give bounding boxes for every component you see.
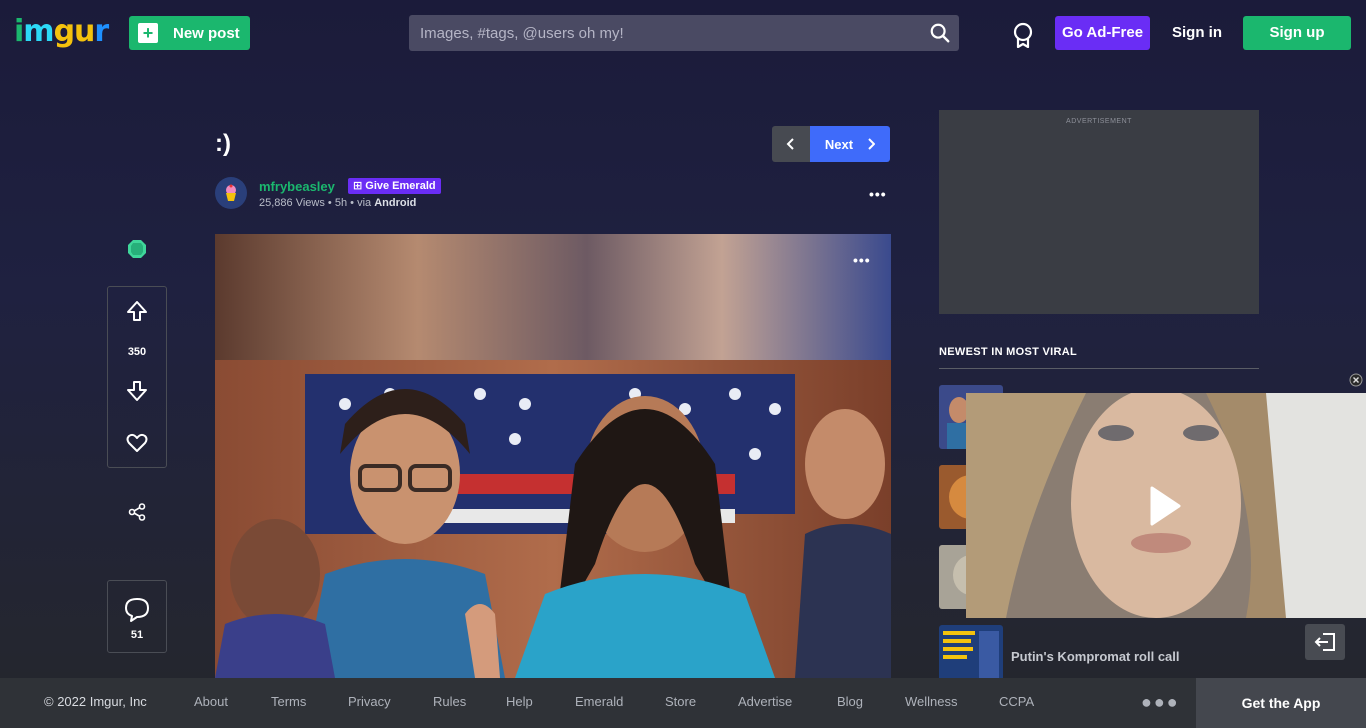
footer-link-ccpa[interactable]: CCPA [999, 694, 1034, 709]
post-image[interactable] [215, 234, 891, 678]
logo-letter: g [53, 14, 76, 49]
vote-count: 350 [127, 346, 147, 358]
plus-icon: + [138, 23, 158, 43]
get-the-app-button[interactable]: Get the App [1196, 678, 1366, 728]
chevron-left-icon [786, 138, 794, 150]
view-count: 25,886 Views [259, 197, 325, 209]
logo-letter: r [94, 14, 109, 49]
footer-link-help[interactable]: Help [506, 694, 533, 709]
advertisement-label: ADVERTISEMENT [1066, 118, 1132, 125]
emerald-gem-icon[interactable] [127, 239, 147, 259]
logo-letter: u [74, 14, 95, 49]
footer-link-store[interactable]: Store [665, 694, 696, 709]
search-icon[interactable] [929, 22, 951, 44]
next-label: Next [824, 136, 854, 152]
award-ribbon-icon[interactable] [1011, 22, 1035, 48]
share-icon[interactable] [128, 503, 146, 521]
new-post-button[interactable]: + New post [129, 16, 250, 50]
search-input[interactable] [409, 15, 909, 51]
footer: © 2022 Imgur, Inc About Terms Privacy Ru… [0, 678, 1366, 728]
top-bar: imgur + New post Go Ad-Free Sign in Sign… [0, 0, 1366, 66]
more-options-icon[interactable]: ●●● [1141, 692, 1180, 713]
separator: • [327, 197, 332, 209]
post-title: :) [215, 130, 231, 157]
give-emerald-label: Give Emerald [365, 180, 436, 192]
exit-video-button[interactable] [1305, 624, 1345, 660]
post-age: 5h [334, 197, 348, 209]
previous-post-button[interactable] [772, 126, 810, 162]
play-icon[interactable] [1148, 485, 1182, 527]
post-photo [215, 234, 891, 678]
post-author-username[interactable]: mfrybeasley [259, 179, 335, 194]
favorite-heart-icon[interactable] [126, 432, 148, 454]
imgur-logo[interactable]: imgur [14, 14, 109, 49]
divider [939, 368, 1259, 369]
close-video-icon[interactable] [1349, 373, 1363, 387]
cupcake-icon [226, 184, 236, 201]
comment-count: 51 [130, 629, 144, 641]
footer-link-privacy[interactable]: Privacy [348, 694, 391, 709]
viral-item-title[interactable]: Putin's Kompromat roll call [1011, 649, 1180, 664]
vote-panel: 350 [107, 286, 167, 468]
image-options-icon[interactable]: ••• [853, 252, 871, 268]
via-label: via [357, 197, 372, 209]
comment-bubble-icon [125, 598, 149, 622]
newest-in-most-viral-heading: NEWEST IN MOST VIRAL [939, 346, 1077, 358]
logo-letter: m [23, 14, 54, 49]
give-emerald-button[interactable]: ⊞ Give Emerald [348, 178, 441, 194]
logo-letter: i [14, 14, 24, 49]
post-navigation: Next [772, 126, 890, 162]
user-avatar[interactable] [215, 177, 247, 209]
footer-link-rules[interactable]: Rules [433, 694, 466, 709]
footer-link-advertise[interactable]: Advertise [738, 694, 792, 709]
sign-up-button[interactable]: Sign up [1243, 16, 1351, 50]
footer-link-about[interactable]: About [194, 694, 228, 709]
sign-in-link[interactable]: Sign in [1164, 16, 1230, 50]
upvote-icon[interactable] [126, 300, 148, 322]
next-post-button[interactable]: Next [810, 126, 890, 162]
separator: • [350, 197, 355, 209]
search-bar [409, 15, 959, 51]
exit-icon [1314, 633, 1335, 651]
comments-panel[interactable]: 51 [107, 580, 167, 653]
footer-link-terms[interactable]: Terms [271, 694, 306, 709]
new-post-label: New post [173, 24, 240, 42]
downvote-icon[interactable] [126, 380, 148, 402]
go-ad-free-button[interactable]: Go Ad-Free [1055, 16, 1150, 50]
post-meta: 25,886 Views • 5h • via Android [259, 197, 416, 209]
post-options-icon[interactable]: ••• [869, 186, 887, 202]
copyright-text: © 2022 Imgur, Inc [44, 694, 147, 709]
footer-link-wellness[interactable]: Wellness [905, 694, 958, 709]
chevron-right-icon [868, 138, 876, 150]
gift-icon: ⊞ [353, 180, 363, 192]
advertisement-slot[interactable]: ADVERTISEMENT [939, 110, 1259, 314]
platform-label: Android [374, 197, 417, 209]
footer-link-emerald[interactable]: Emerald [575, 694, 623, 709]
footer-link-blog[interactable]: Blog [837, 694, 863, 709]
